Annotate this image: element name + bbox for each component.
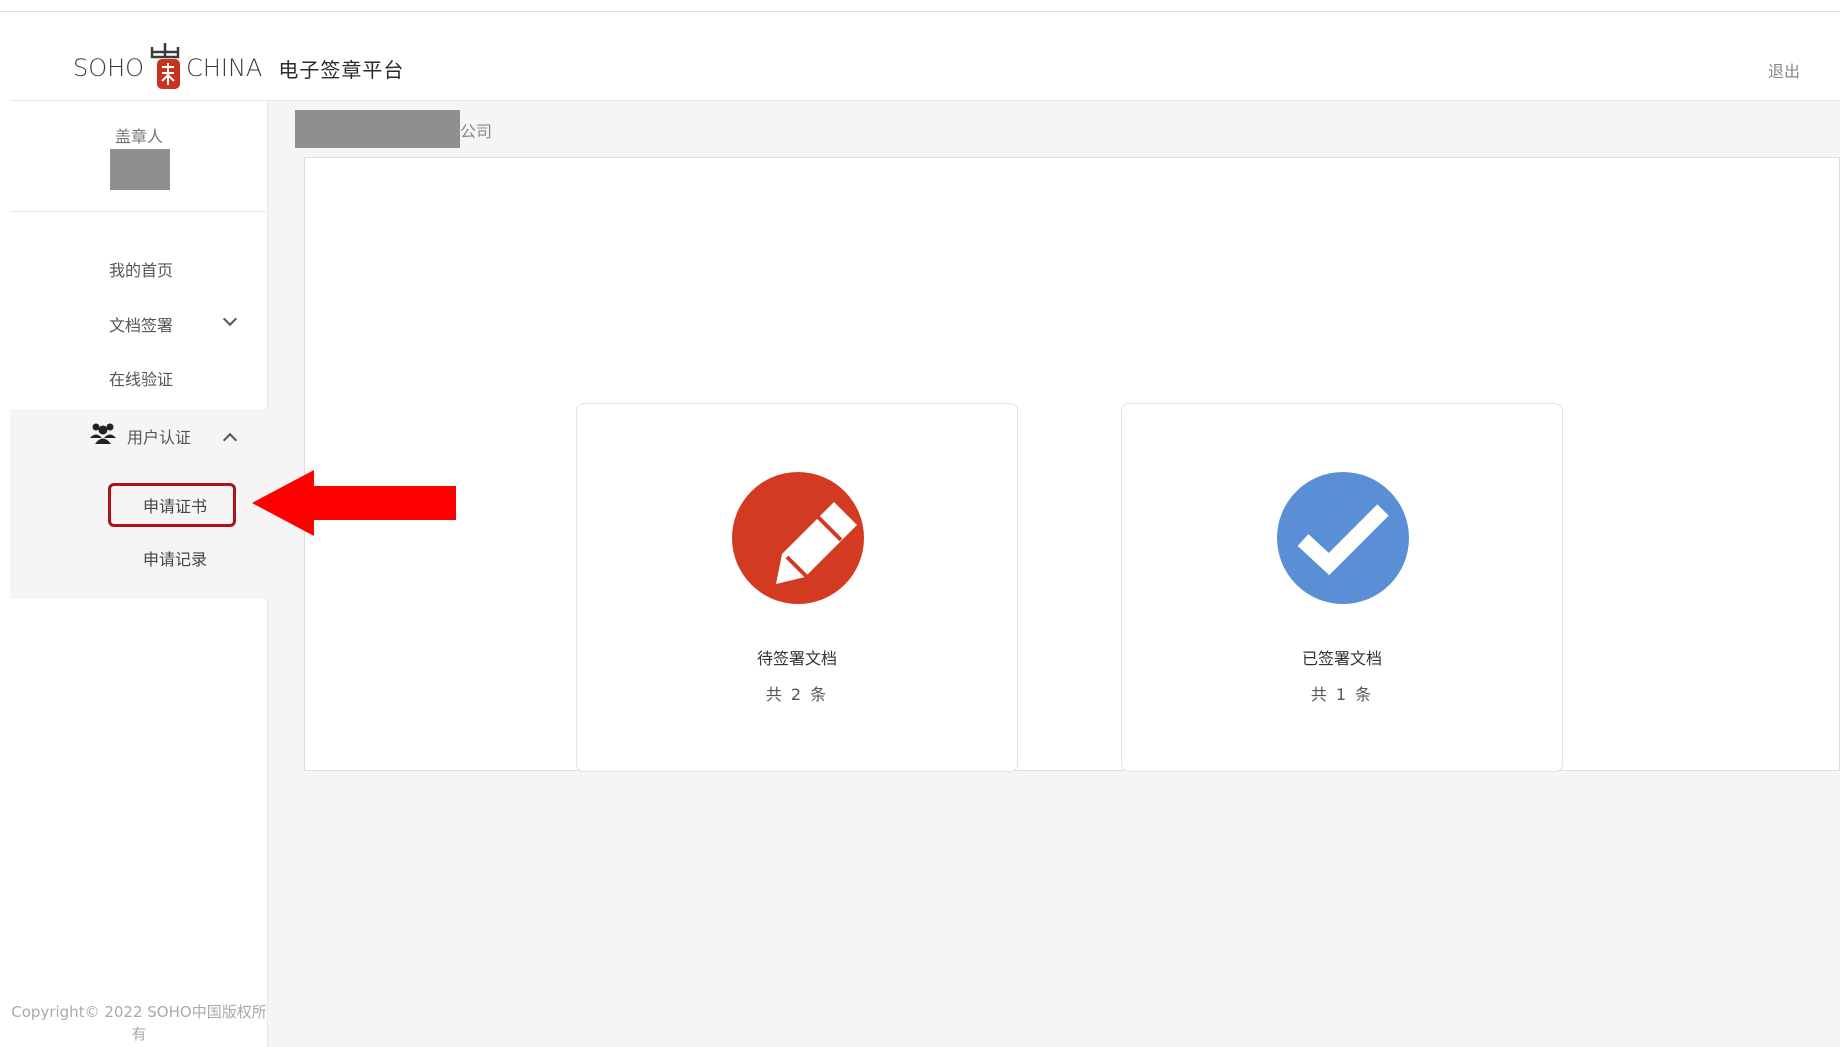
red-arrow-annotation: [252, 470, 456, 536]
sidebar-item-online-verify[interactable]: 在线验证: [109, 366, 173, 390]
check-icon: [1277, 472, 1409, 604]
sidebar-item-document-signing[interactable]: 文档签署: [109, 312, 173, 336]
signed-documents-count: 共 1 条: [1310, 685, 1374, 704]
submenu-apply-records[interactable]: 申请记录: [143, 546, 207, 570]
chevron-down-icon[interactable]: [222, 311, 238, 327]
copyright-text: Copyright© 2022 SOHO中国版权所有: [11, 1003, 267, 1043]
pending-documents-title: 待签署文档: [756, 649, 837, 668]
stamper-label: 盖章人: [114, 127, 163, 146]
seal-logo-icon: [146, 43, 184, 93]
stamper-avatar: [110, 149, 170, 190]
highlight-box: [108, 483, 236, 527]
brand-china-text: CHINA: [186, 54, 263, 82]
users-icon: [90, 421, 116, 445]
sidebar-divider: [10, 211, 268, 212]
signed-documents-title: 已签署文档: [1301, 649, 1382, 668]
signed-documents-card[interactable]: 已签署文档 共 1 条: [1121, 403, 1563, 772]
company-name-suffix: 公司: [460, 122, 493, 141]
logout-link[interactable]: 退出: [1768, 58, 1800, 82]
app-header: SOHO CHINA 电子签章平台 退出: [10, 12, 1840, 101]
dashboard-panel: 待签署文档 共 2 条 已签署文档 共 1 条: [304, 157, 1840, 772]
brand-soho-text: SOHO: [73, 54, 145, 82]
brand-logo[interactable]: SOHO CHINA 电子签章平台: [73, 42, 404, 94]
sidebar-item-home[interactable]: 我的首页: [109, 257, 173, 281]
sidebar-item-user-auth[interactable]: 用户认证: [127, 424, 191, 448]
sidebar: 盖章人 我的首页 文档签署 在线验证 用户认证 申请证书 申请记录 Copyri…: [10, 101, 268, 1047]
pending-documents-count: 共 2 条: [765, 685, 829, 704]
company-name-redacted: [295, 110, 460, 148]
pending-documents-card[interactable]: 待签署文档 共 2 条: [576, 403, 1018, 772]
platform-title: 电子签章平台: [278, 57, 405, 82]
pencil-icon: [732, 472, 864, 604]
